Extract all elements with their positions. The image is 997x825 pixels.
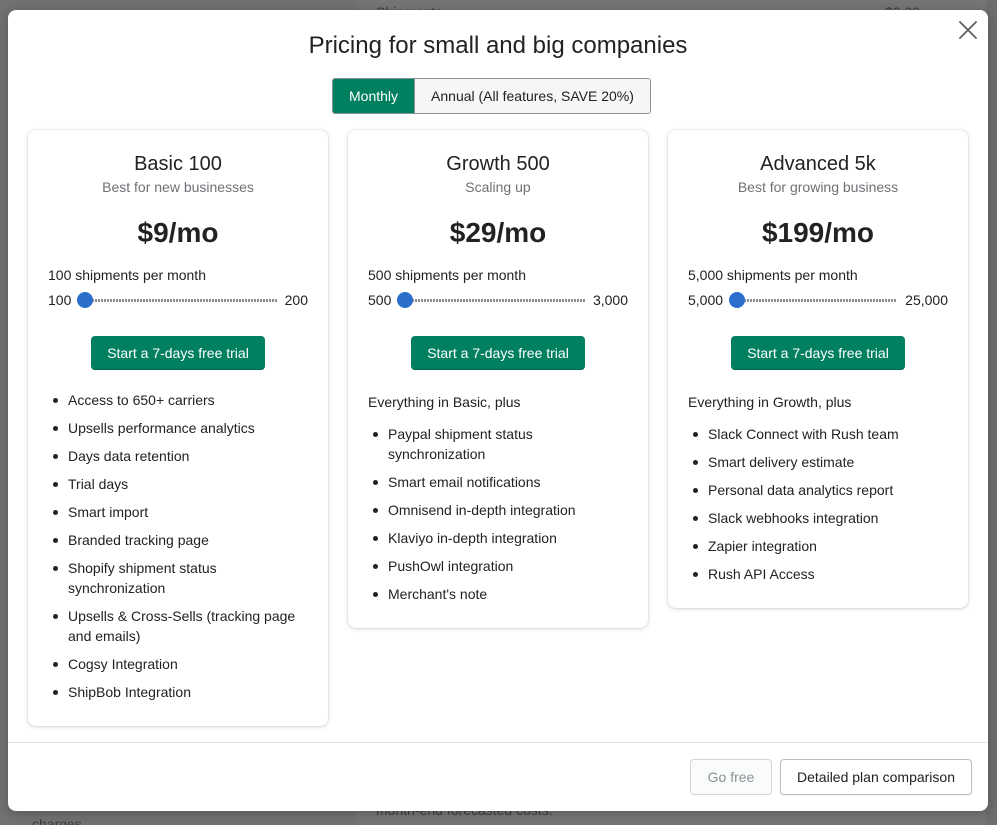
plan-price: $29/mo [449, 217, 547, 248]
slider-min-label: 100 [48, 292, 72, 308]
shipments-slider-row: 5,000 25,000 [688, 290, 948, 310]
modal-footer: Go free Detailed plan comparison [690, 759, 972, 795]
monthly-tab[interactable]: Monthly [333, 79, 416, 113]
feature-list: Access to 650+ carriers Upsells performan… [48, 390, 308, 702]
plan-tagline: Best for new businesses [102, 179, 254, 195]
slider-min-label: 500 [368, 292, 392, 308]
start-trial-button[interactable]: Start a 7-days free trial [731, 336, 905, 370]
shipments-label: 500 shipments per month [368, 267, 526, 283]
feature-item: Klaviyo in-depth integration [368, 528, 628, 548]
feature-item: Slack Connect with Rush team [688, 424, 948, 444]
feature-item: Branded tracking page [48, 530, 308, 550]
plan-price: $199/mo [761, 217, 875, 248]
plan-tagline: Scaling up [465, 179, 531, 195]
feature-item: Smart email notifications [368, 472, 628, 492]
go-free-button[interactable]: Go free [690, 759, 773, 795]
footer-divider [8, 742, 988, 743]
slider-max-label: 3,000 [592, 292, 628, 308]
plan-card-growth: Growth 500 Scaling up $29/mo 500 shipmen… [348, 130, 648, 628]
feature-item: Paypal shipment status synchronization [368, 424, 628, 464]
plan-name: Basic 100 [134, 153, 222, 175]
feature-item: Access to 650+ carriers [48, 390, 308, 410]
plans-container: Basic 100 Best for new businesses $9/mo … [28, 130, 968, 726]
features-intro: Everything in Basic, plus [368, 394, 521, 410]
plan-name: Advanced 5k [760, 153, 876, 175]
feature-item: ShipBob Integration [48, 682, 308, 702]
billing-period-toggle: Monthly Annual (All features, SAVE 20%) [332, 78, 651, 114]
plan-price: $9/mo [137, 217, 219, 248]
feature-item: Days data retention [48, 446, 308, 466]
feature-item: Merchant's note [368, 584, 628, 604]
plan-comparison-button[interactable]: Detailed plan comparison [780, 759, 972, 795]
feature-item: Slack webhooks integration [688, 508, 948, 528]
slider-thumb[interactable] [397, 292, 414, 308]
feature-item: Rush API Access [688, 564, 948, 584]
feature-item: Cogsy Integration [48, 654, 308, 674]
background-charges-text: charges [32, 816, 82, 825]
annual-tab[interactable]: Annual (All features, SAVE 20%) [415, 79, 650, 113]
feature-list: Slack Connect with Rush team Smart delive… [688, 424, 948, 584]
start-trial-button[interactable]: Start a 7-days free trial [91, 336, 265, 370]
shipments-label: 5,000 shipments per month [688, 267, 858, 283]
slider-min-label: 5,000 [688, 292, 724, 308]
feature-list: Paypal shipment status synchronization Sm… [368, 424, 628, 604]
shipments-slider[interactable] [397, 292, 585, 308]
feature-item: Upsells & Cross-Sells (tracking page and… [48, 606, 308, 646]
feature-item: Omnisend in-depth integration [368, 500, 628, 520]
plan-tagline: Best for growing business [737, 179, 899, 195]
feature-item: PushOwl integration [368, 556, 628, 576]
slider-max-label: 200 [284, 292, 308, 308]
plan-name: Growth 500 [446, 153, 550, 175]
shipments-label: 100 shipments per month [48, 267, 206, 283]
slider-max-label: 25,000 [905, 292, 948, 308]
shipments-slider[interactable] [77, 292, 277, 308]
start-trial-button[interactable]: Start a 7-days free trial [411, 336, 585, 370]
shipments-slider-row: 100 200 [48, 290, 308, 310]
feature-item: Trial days [48, 474, 308, 494]
feature-item: Smart delivery estimate [688, 452, 948, 472]
feature-item: Shopify shipment status synchronization [48, 558, 308, 598]
slider-thumb[interactable] [77, 292, 94, 308]
shipments-slider-row: 500 3,000 [368, 290, 628, 310]
modal-title: Pricing for small and big companies [308, 32, 688, 59]
feature-item: Upsells performance analytics [48, 418, 308, 438]
plan-card-advanced: Advanced 5k Best for growing business $1… [668, 130, 968, 608]
feature-item: Personal data analytics report [688, 480, 948, 500]
features-intro: Everything in Growth, plus [688, 394, 852, 410]
shipments-slider[interactable] [729, 292, 898, 308]
pricing-modal: Pricing for small and big companies Mont… [8, 10, 988, 811]
slider-thumb[interactable] [729, 292, 746, 308]
feature-item: Zapier integration [688, 536, 948, 556]
feature-item: Smart import [48, 502, 308, 522]
plan-card-basic: Basic 100 Best for new businesses $9/mo … [28, 130, 328, 726]
